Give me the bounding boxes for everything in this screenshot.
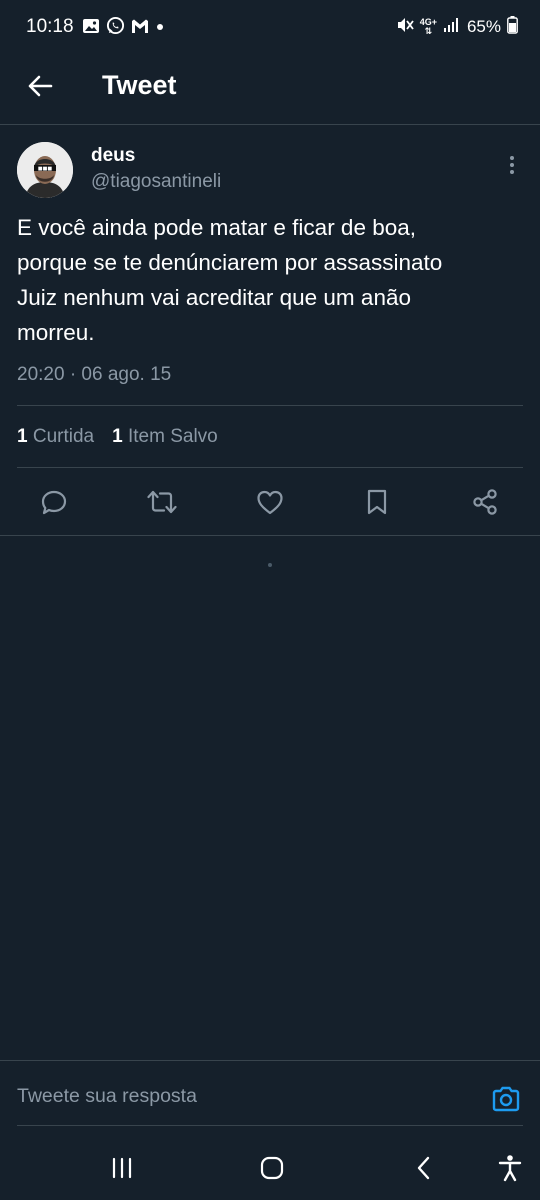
mute-icon: [396, 16, 414, 39]
whatsapp-icon: [106, 16, 125, 40]
bookmark-button[interactable]: [353, 478, 401, 526]
likes-count: 1: [17, 426, 28, 447]
header: Tweet: [0, 56, 540, 125]
avatar-image: ■■■: [17, 142, 73, 198]
network-type-icon: 4G+ ⇅: [419, 17, 437, 36]
chevron-left-icon: [417, 1156, 430, 1180]
notification-icons: [82, 16, 165, 40]
recent-apps-icon: [112, 1157, 132, 1179]
home-button[interactable]: [252, 1148, 292, 1188]
thread-divider: [0, 535, 540, 536]
back-button[interactable]: [20, 66, 60, 106]
recent-apps-button[interactable]: [102, 1148, 142, 1188]
system-back-button[interactable]: [404, 1148, 444, 1188]
battery-icon: [507, 15, 518, 39]
reply-button[interactable]: [30, 478, 78, 526]
camera-icon: [492, 1086, 520, 1112]
bookmarks-label: Item Salvo: [127, 426, 218, 447]
arrow-left-icon: [28, 75, 53, 97]
status-time: 10:18: [26, 16, 74, 37]
bookmarks-stat[interactable]: 1 Item Salvo: [112, 426, 218, 448]
home-icon: [260, 1156, 284, 1180]
system-nav-bar: [0, 1134, 540, 1200]
divider: [17, 405, 523, 406]
likes-label: Curtida: [32, 426, 95, 447]
tweet-timestamp[interactable]: 20:20 · 06 ago. 15: [17, 364, 171, 386]
username-handle[interactable]: @tiagosantineli: [91, 171, 221, 193]
svg-text:■■■: ■■■: [38, 166, 52, 172]
share-button[interactable]: [461, 478, 509, 526]
retweet-icon: [147, 490, 177, 514]
more-vertical-icon: [510, 156, 514, 174]
battery-percent: 65%: [466, 17, 501, 36]
status-bar: 10:18 4G+ ⇅ 65%: [0, 0, 540, 56]
like-button[interactable]: [246, 478, 294, 526]
heart-icon: [257, 490, 283, 515]
reply-icon: [41, 490, 67, 515]
accessibility-icon: [498, 1155, 522, 1182]
more-notifications-dot-icon: [155, 19, 165, 37]
accessibility-button[interactable]: [490, 1148, 530, 1188]
bookmark-icon: [367, 489, 387, 515]
tweet-actions: [0, 478, 540, 526]
tweet-stats: 1 Curtida 1 Item Salvo: [17, 426, 218, 448]
reply-input[interactable]: [17, 1085, 457, 1108]
likes-stat[interactable]: 1 Curtida: [17, 426, 94, 448]
reply-bar: [0, 1060, 540, 1127]
signal-icon: [443, 17, 461, 38]
bookmarks-count: 1: [112, 426, 123, 447]
loading-indicator: [268, 563, 272, 567]
reply-underline: [17, 1125, 523, 1126]
page-title: Tweet: [102, 70, 177, 100]
gallery-icon: [82, 17, 100, 40]
avatar[interactable]: ■■■: [17, 142, 73, 198]
divider: [17, 467, 523, 468]
network-type-label: 4G+: [419, 17, 437, 27]
share-icon: [473, 489, 497, 515]
camera-button[interactable]: [488, 1081, 524, 1117]
system-icons: 4G+ ⇅ 65%: [396, 15, 518, 39]
retweet-button[interactable]: [138, 478, 186, 526]
tweet-text: E você ainda pode matar e ficar de boa, …: [17, 215, 443, 345]
more-options-button[interactable]: [499, 150, 525, 180]
display-name[interactable]: deus: [91, 145, 135, 167]
gmail-icon: [131, 18, 149, 39]
